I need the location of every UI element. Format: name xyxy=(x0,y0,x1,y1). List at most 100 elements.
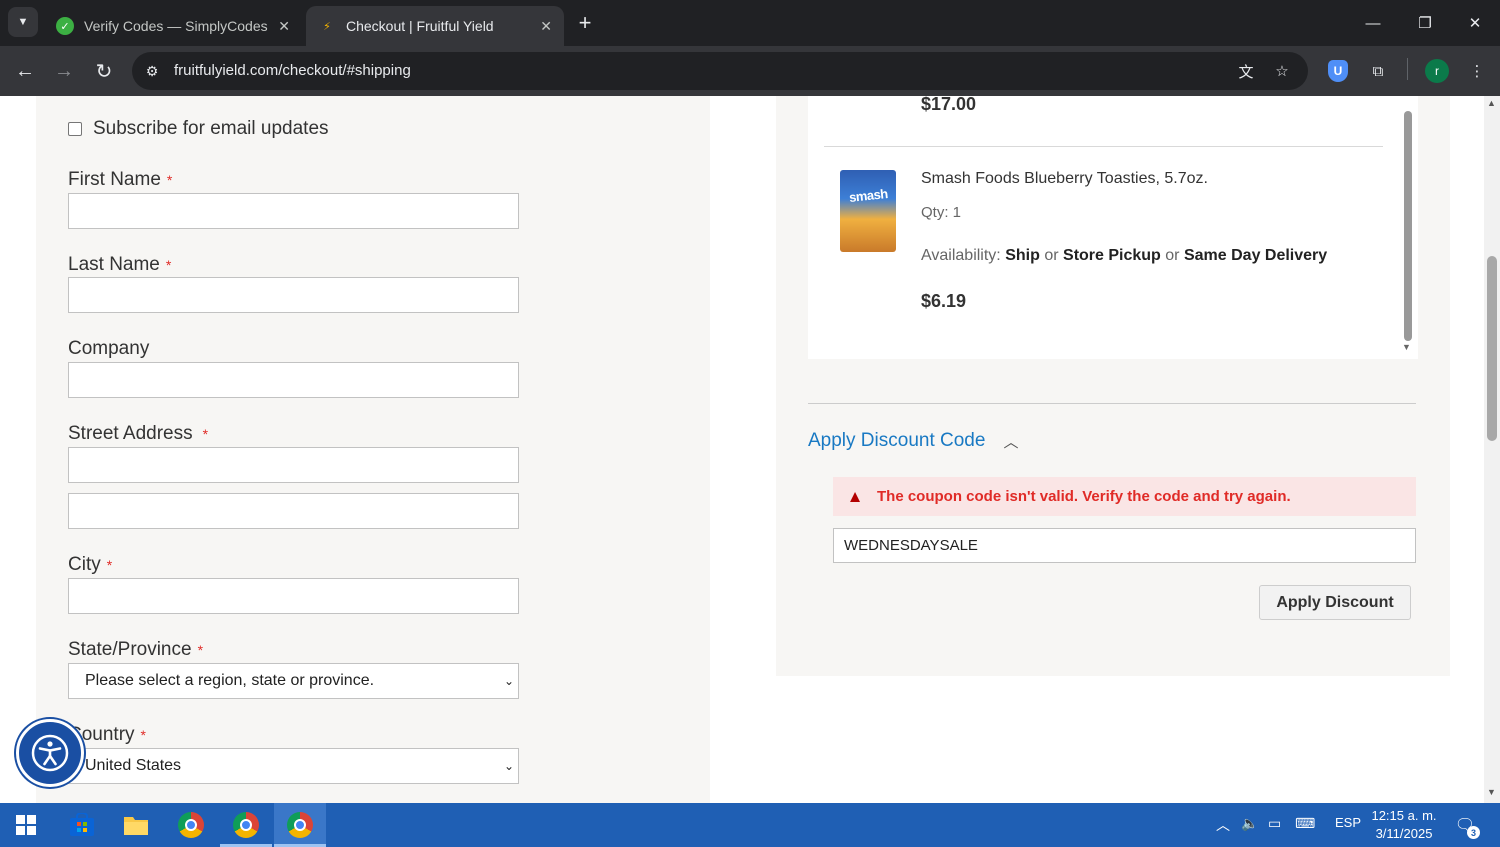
page-scrollbar-thumb[interactable] xyxy=(1487,256,1497,441)
first-name-field[interactable] xyxy=(68,193,519,229)
apply-discount-toggle[interactable]: Apply Discount Code ︿ xyxy=(808,430,1018,452)
error-text: The coupon code isn't valid. Verify the … xyxy=(877,488,1291,505)
product-availability: Availability: Ship or Store Pickup or Sa… xyxy=(921,247,1327,265)
site-info-icon[interactable]: ⚙ xyxy=(142,61,162,81)
company-field[interactable] xyxy=(68,362,519,398)
windows-logo-icon xyxy=(16,815,36,835)
keyboard-icon[interactable]: ⌨ xyxy=(1295,815,1315,832)
clock-time: 12:15 a. m. xyxy=(1371,808,1437,823)
availability-store-pickup: Store Pickup xyxy=(1063,247,1161,264)
summary-divider xyxy=(808,403,1416,404)
chevron-up-icon[interactable]: ︿ xyxy=(1216,815,1230,835)
discount-code-value: WEDNESDAYSALE xyxy=(844,537,978,554)
city-field[interactable] xyxy=(68,578,519,614)
extension-shield-button[interactable]: U xyxy=(1325,58,1351,84)
discount-toggle-label: Apply Discount Code xyxy=(808,430,986,451)
subscribe-option[interactable]: Subscribe for email updates xyxy=(68,118,329,140)
close-tab-icon[interactable]: ✕ xyxy=(540,18,552,35)
profile-button[interactable]: r xyxy=(1424,58,1450,84)
extensions-puzzle-icon[interactable]: ⧉ xyxy=(1365,58,1391,84)
close-window-button[interactable]: ✕ xyxy=(1455,8,1495,38)
first-name-label: First Name * xyxy=(68,169,172,191)
availability-or: or xyxy=(1044,247,1059,264)
label-text: First Name xyxy=(68,169,161,190)
minimize-button[interactable]: ― xyxy=(1353,8,1393,38)
tab-title: Checkout | Fruitful Yield xyxy=(346,18,494,34)
chrome-app-button[interactable] xyxy=(165,803,217,847)
forward-button[interactable]: → xyxy=(49,56,79,86)
scroll-down-arrow-icon[interactable]: ▼ xyxy=(1487,787,1496,797)
street-address-line2-field[interactable] xyxy=(68,493,519,529)
accessibility-button[interactable] xyxy=(16,719,84,787)
fruitful-yield-icon: ⚡ xyxy=(323,20,331,33)
reload-button[interactable]: ↻ xyxy=(89,56,119,86)
toolbar-divider xyxy=(1407,58,1408,80)
product-name: Smash Foods Blueberry Toasties, 5.7oz. xyxy=(921,170,1208,187)
label-text: City xyxy=(68,554,101,575)
subscribe-checkbox[interactable] xyxy=(68,122,82,136)
street-address-line1-field[interactable] xyxy=(68,447,519,483)
page-scrollbar[interactable]: ▲ ▼ xyxy=(1484,96,1500,803)
back-button[interactable]: ← xyxy=(10,56,40,86)
network-icon[interactable]: ▭ xyxy=(1268,815,1281,832)
scroll-up-arrow-icon[interactable]: ▲ xyxy=(1487,98,1496,108)
tab-fruitful-yield[interactable]: ⚡ Checkout | Fruitful Yield ✕ xyxy=(306,6,564,46)
menu-kebab-icon[interactable]: ⋮ xyxy=(1464,58,1490,84)
start-button[interactable] xyxy=(0,803,52,847)
address-bar[interactable]: ⚙ fruitfulyield.com/checkout/#shipping 文… xyxy=(132,52,1308,90)
required-marker: * xyxy=(165,257,172,273)
apply-discount-button[interactable]: Apply Discount xyxy=(1259,585,1411,620)
chevron-down-icon: ⌄ xyxy=(503,674,514,688)
state-select[interactable]: Please select a region, state or provinc… xyxy=(68,663,519,699)
url-text[interactable]: fruitfulyield.com/checkout/#shipping xyxy=(174,62,411,79)
simplycodes-icon: ✓ xyxy=(56,17,74,35)
bookmark-star-icon[interactable]: ☆ xyxy=(1270,60,1294,82)
discount-code-input[interactable]: WEDNESDAYSALE xyxy=(833,528,1416,563)
chrome-icon xyxy=(178,812,204,838)
restore-button[interactable]: ❐ xyxy=(1405,8,1445,38)
new-tab-button[interactable]: + xyxy=(572,10,598,36)
label-text: Street Address xyxy=(68,423,193,444)
items-scrollbar-thumb[interactable] xyxy=(1404,111,1412,341)
browser-toolbar: ← → ↻ ⚙ fruitfulyield.com/checkout/#ship… xyxy=(0,46,1500,96)
windows-taskbar: ︿ 🔈 ▭ ⌨ ESP 12:15 a. m. 3/11/2025 🗨 3 xyxy=(0,803,1500,847)
country-select[interactable]: United States ⌄ xyxy=(68,748,519,784)
order-summary: $17.00 smash Smash Foods Blueberry Toast… xyxy=(776,96,1450,676)
last-name-label: Last Name * xyxy=(68,254,171,276)
back-arrow-icon: ← xyxy=(15,59,35,82)
items-scrollbar[interactable] xyxy=(1404,111,1412,341)
last-name-field[interactable] xyxy=(68,277,519,313)
chevron-up-icon: ︿ xyxy=(1003,433,1019,451)
availability-ship: Ship xyxy=(1005,247,1040,264)
company-label: Company xyxy=(68,338,149,360)
system-clock[interactable]: 12:15 a. m. 3/11/2025 xyxy=(1366,807,1442,843)
state-label: State/Province * xyxy=(68,639,203,661)
scroll-down-arrow-icon[interactable]: ▼ xyxy=(1402,342,1411,352)
volume-icon[interactable]: 🔈 xyxy=(1241,815,1258,832)
required-marker: * xyxy=(197,642,204,658)
store-app-button[interactable] xyxy=(56,803,108,847)
chrome-profile-button[interactable] xyxy=(220,803,272,847)
language-indicator[interactable]: ESP xyxy=(1335,815,1361,830)
close-tab-icon[interactable]: ✕ xyxy=(278,18,290,35)
reload-icon: ↻ xyxy=(95,60,113,83)
street-address-label: Street Address * xyxy=(68,423,208,445)
city-label: City * xyxy=(68,554,112,576)
tab-title: Verify Codes — SimplyCodes xyxy=(84,18,268,34)
tab-simplycodes[interactable]: ✓ Verify Codes — SimplyCodes ✕ xyxy=(44,6,302,46)
shipping-form: Subscribe for email updates First Name * … xyxy=(36,96,710,803)
notification-count-badge: 3 xyxy=(1467,826,1480,839)
coupon-error-message: ▲ The coupon code isn't valid. Verify th… xyxy=(833,477,1416,516)
file-explorer-button[interactable] xyxy=(110,803,162,847)
forward-arrow-icon: → xyxy=(54,59,74,82)
subscribe-label: Subscribe for email updates xyxy=(93,118,329,139)
page-viewport: Subscribe for email updates First Name * … xyxy=(0,96,1484,803)
availability-same-day: Same Day Delivery xyxy=(1183,247,1328,264)
translate-icon[interactable]: 文 xyxy=(1234,60,1258,82)
availability-label: Availability: xyxy=(921,247,1001,264)
chrome-active-window-button[interactable] xyxy=(274,803,326,847)
tab-search-button[interactable]: ▼ xyxy=(8,7,38,37)
required-marker: * xyxy=(202,426,209,442)
notification-center-button[interactable]: 🗨 3 xyxy=(1452,813,1480,839)
chrome-icon xyxy=(287,812,313,838)
